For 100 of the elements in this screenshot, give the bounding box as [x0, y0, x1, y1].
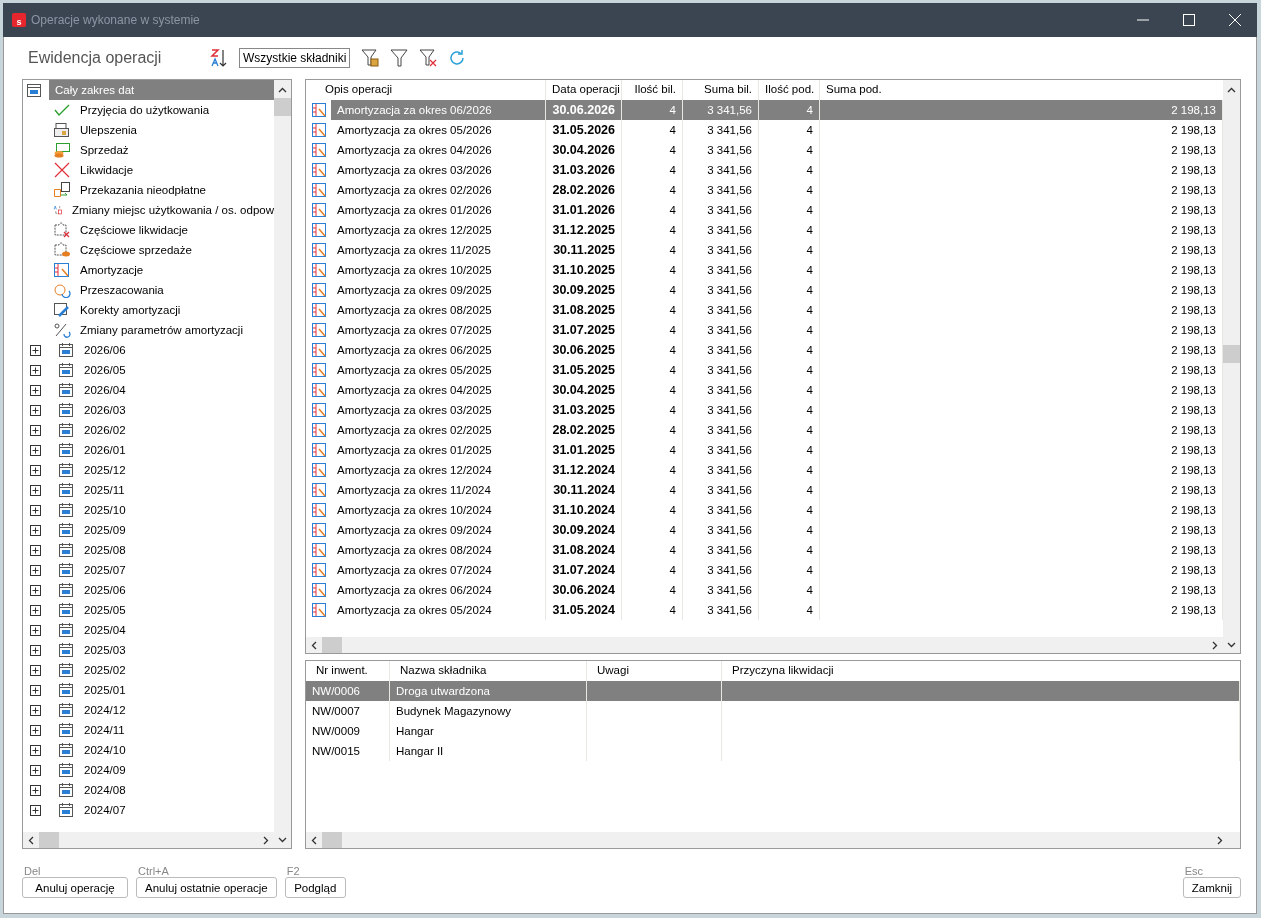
- expand-icon[interactable]: [30, 604, 41, 616]
- expand-icon[interactable]: [30, 704, 41, 716]
- refresh-icon[interactable]: [448, 49, 467, 67]
- expand-icon[interactable]: [30, 464, 41, 476]
- tree-item[interactable]: 2025/09: [84, 524, 126, 536]
- tree-item[interactable]: 2025/07: [84, 564, 126, 576]
- scroll-right-icon[interactable]: [1212, 640, 1218, 650]
- scroll-down-icon[interactable]: [278, 837, 287, 843]
- expand-icon[interactable]: [30, 764, 41, 776]
- table-cell: Amortyzacja za okres 10/2025: [331, 260, 546, 280]
- tree-item[interactable]: 2025/08: [84, 544, 126, 556]
- expand-icon[interactable]: [30, 724, 41, 736]
- tree-item[interactable]: Korekty amortyzacji: [80, 304, 181, 316]
- scroll-left-icon[interactable]: [28, 835, 34, 845]
- tree-item[interactable]: Przyjęcia do użytkowania: [80, 104, 210, 116]
- tree-item[interactable]: 2025/12: [84, 464, 126, 476]
- tree-item[interactable]: 2026/02: [84, 424, 126, 436]
- tree-item[interactable]: Sprzedaż: [80, 144, 129, 156]
- scroll-thumb[interactable]: [1223, 345, 1240, 363]
- tree-item[interactable]: Przekazania nieodpłatne: [80, 184, 206, 196]
- tree-item[interactable]: 2024/10: [84, 744, 126, 756]
- tree-item[interactable]: 2024/07: [84, 804, 126, 816]
- scroll-left-icon[interactable]: [311, 640, 317, 650]
- column-header[interactable]: Przyczyna likwidacji: [722, 661, 1240, 681]
- scroll-left-icon[interactable]: [311, 835, 317, 845]
- expand-icon[interactable]: [30, 484, 41, 496]
- tree-item[interactable]: 2025/01: [84, 684, 126, 696]
- tree-item[interactable]: 2025/05: [84, 604, 126, 616]
- calendar-icon: [58, 802, 74, 818]
- expand-icon[interactable]: [30, 424, 41, 436]
- expand-icon[interactable]: [30, 784, 41, 796]
- tree-item[interactable]: 2024/12: [84, 704, 126, 716]
- expand-icon[interactable]: [30, 444, 41, 456]
- tree-item[interactable]: Zmiany miejsc użytkowania / os. odpow: [72, 204, 274, 216]
- tree-item[interactable]: 2026/05: [84, 364, 126, 376]
- tree-item[interactable]: 2025/02: [84, 664, 126, 676]
- expand-icon[interactable]: [30, 544, 41, 556]
- expand-icon[interactable]: [30, 504, 41, 516]
- tree-item[interactable]: 2024/08: [84, 784, 126, 796]
- scrollbar[interactable]: [1223, 80, 1240, 637]
- expand-icon[interactable]: [30, 564, 41, 576]
- tree-item[interactable]: Likwidacje: [80, 164, 134, 176]
- scroll-up-icon[interactable]: [278, 87, 287, 93]
- tree-item[interactable]: Cały zakres dat: [49, 80, 274, 100]
- expand-icon[interactable]: [30, 384, 41, 396]
- scrollbar[interactable]: [23, 832, 291, 848]
- table-cell: 30.06.2025: [546, 340, 622, 360]
- table-cell: 31.12.2024: [546, 460, 622, 480]
- column-header[interactable]: Suma pod.: [820, 80, 1223, 100]
- tree-item[interactable]: Przeszacowania: [80, 284, 164, 296]
- tree-item[interactable]: 2025/04: [84, 624, 126, 636]
- tree-item[interactable]: 2024/11: [84, 724, 125, 736]
- expand-icon[interactable]: [30, 364, 41, 376]
- expand-icon[interactable]: [30, 804, 41, 816]
- action-button[interactable]: Anuluj ostatnie operacje: [136, 877, 277, 898]
- expand-icon[interactable]: [30, 344, 41, 356]
- tree-item[interactable]: Ulepszenia: [80, 124, 137, 136]
- tree-item[interactable]: 2025/11: [84, 484, 125, 496]
- expand-icon[interactable]: [30, 404, 41, 416]
- tree-item[interactable]: 2024/09: [84, 764, 126, 776]
- tree-item[interactable]: 2026/01: [84, 444, 126, 456]
- scroll-thumb[interactable]: [322, 832, 342, 848]
- action-button[interactable]: Podgląd: [284, 877, 346, 898]
- tree-item[interactable]: 2026/03: [84, 404, 126, 416]
- tree-item[interactable]: 2026/04: [84, 384, 126, 396]
- tree-item[interactable]: Amortyzacje: [80, 264, 144, 276]
- scroll-up-icon[interactable]: [1227, 87, 1236, 93]
- filter-icon[interactable]: [361, 49, 380, 67]
- transfer-icon: [53, 182, 71, 198]
- tree-item[interactable]: 2025/10: [84, 504, 126, 516]
- sort-icon[interactable]: [210, 48, 228, 68]
- expand-icon[interactable]: [30, 664, 41, 676]
- action-button[interactable]: Anuluj operację: [22, 877, 128, 898]
- tree-item[interactable]: Zmiany parametrów amortyzacji: [80, 324, 243, 336]
- expand-icon[interactable]: [30, 624, 41, 636]
- scroll-thumb[interactable]: [39, 832, 59, 848]
- expand-icon[interactable]: [30, 744, 41, 756]
- scrollbar[interactable]: [306, 637, 1240, 653]
- tree-item[interactable]: Częściowe sprzedaże: [80, 244, 192, 256]
- tree-item[interactable]: Częściowe likwidacje: [80, 224, 188, 236]
- tree-item[interactable]: 2025/06: [84, 584, 126, 596]
- close-button[interactable]: Zamknij: [1182, 877, 1241, 898]
- expand-icon[interactable]: [30, 684, 41, 696]
- tree-item[interactable]: 2025/03: [84, 644, 126, 656]
- scroll-thumb[interactable]: [274, 98, 291, 116]
- scroll-right-icon[interactable]: [1217, 835, 1223, 845]
- scroll-thumb[interactable]: [322, 637, 342, 653]
- scrollbar[interactable]: [306, 832, 1240, 848]
- close-icon[interactable]: [1229, 14, 1241, 26]
- filter-dropdown[interactable]: Wszystkie składniki: [239, 48, 351, 68]
- tree-item[interactable]: 2026/06: [84, 344, 126, 356]
- expand-icon[interactable]: [30, 644, 41, 656]
- maximize-icon[interactable]: [1183, 14, 1195, 26]
- scroll-right-icon[interactable]: [263, 835, 269, 845]
- clear-filter-icon[interactable]: [419, 49, 438, 67]
- expand-icon[interactable]: [30, 584, 41, 596]
- scroll-down-icon[interactable]: [1227, 642, 1236, 648]
- scrollbar[interactable]: [274, 80, 291, 832]
- filter-icon[interactable]: [390, 49, 409, 67]
- expand-icon[interactable]: [30, 524, 41, 536]
